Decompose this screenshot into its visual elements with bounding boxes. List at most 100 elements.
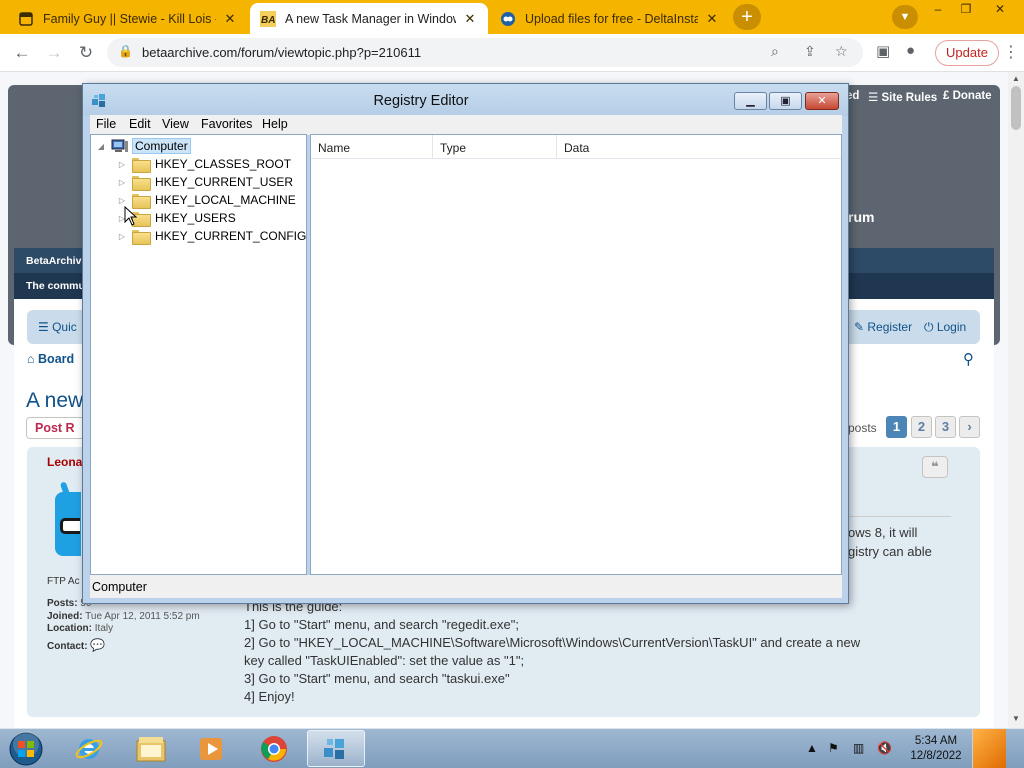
menu-help[interactable]: Help (262, 117, 288, 131)
new-tab-button[interactable]: + (733, 4, 761, 30)
media-player-icon (200, 737, 222, 760)
expand-triangle-icon[interactable]: ▷ (116, 196, 128, 205)
side-panel-icon[interactable]: ▣ (876, 42, 890, 60)
page-3-button[interactable]: 3 (935, 416, 956, 438)
tree-item-computer[interactable]: ◢ Computer (95, 137, 191, 155)
folder-icon (132, 229, 151, 245)
registry-tree-pane[interactable]: ◢ Computer ▷ HKEY_CLASSES_ROOT ▷ HKEY_CU… (90, 134, 307, 575)
expand-triangle-icon[interactable]: ▷ (116, 160, 128, 169)
menu-view[interactable]: View (162, 117, 189, 131)
show-hidden-icons-icon[interactable]: ▲ (806, 741, 818, 755)
media-player-button[interactable] (182, 730, 240, 767)
tree-item-hkey-current-config[interactable]: ▷ HKEY_CURRENT_CONFIG (116, 227, 306, 245)
post-reply-button[interactable]: Post R (26, 417, 86, 439)
scroll-thumb[interactable] (1011, 86, 1021, 130)
post-author[interactable]: Leona (47, 455, 82, 469)
tree-label: HKEY_LOCAL_MACHINE (155, 193, 296, 207)
search-lens-icon[interactable]: ⌕ (771, 43, 779, 60)
tab-close-icon[interactable]: ✕ (704, 11, 720, 27)
column-header-type[interactable]: Type (433, 135, 557, 159)
bookmark-star-icon[interactable]: ☆ (835, 43, 848, 60)
scroll-down-icon[interactable]: ▼ (1008, 714, 1024, 723)
column-header-data[interactable]: Data (557, 135, 841, 159)
menu-edit[interactable]: Edit (129, 117, 151, 131)
expand-triangle-icon[interactable]: ▷ (116, 232, 128, 241)
login-label: Login (936, 320, 967, 334)
site-rules-link[interactable]: ☰ Site Rules (868, 90, 937, 104)
power-icon: ⏻ (924, 320, 937, 334)
page-1-button[interactable]: 1 (886, 416, 907, 438)
show-desktop-button[interactable] (972, 729, 1006, 768)
next-page-chevron-icon[interactable]: › (959, 416, 980, 438)
chat-bubble-icon[interactable]: 💬 (90, 638, 105, 652)
more-menu-icon[interactable]: ⋮ (1003, 42, 1019, 62)
tab-close-icon[interactable]: ✕ (462, 11, 478, 27)
maximize-button[interactable]: ❐ (950, 0, 982, 20)
registry-values-pane[interactable]: Name Type Data (310, 134, 842, 575)
hamburger-icon: ☰ (38, 320, 53, 334)
registry-minimize-button[interactable]: ▁ (734, 92, 767, 110)
site-rules-label: Site Rules (881, 92, 938, 104)
forward-arrow-icon[interactable]: → (40, 40, 68, 66)
site-nav-title[interactable]: BetaArchive (26, 255, 87, 267)
donate-link[interactable]: £ Donate (943, 90, 992, 102)
update-button[interactable]: Update (935, 40, 999, 66)
post-line: 3] Go to "Start" menu, and search "tasku… (244, 671, 510, 686)
start-orb-icon[interactable] (6, 730, 46, 768)
windows-explorer-button[interactable] (122, 730, 180, 767)
network-icon[interactable]: ▥ (853, 741, 864, 755)
registry-title-bar[interactable]: Registry Editor ▁ ▣ ✕ (83, 84, 848, 116)
breadcrumb[interactable]: ⌂ Board (27, 352, 74, 366)
collapse-triangle-icon[interactable]: ◢ (95, 142, 107, 151)
column-header-name[interactable]: Name (311, 135, 433, 159)
page-scrollbar[interactable]: ▲ ▼ (1008, 72, 1024, 728)
mouse-cursor-icon (124, 206, 138, 226)
register-label: Register (867, 320, 913, 334)
pound-icon: £ (943, 90, 953, 102)
tab-task-manager[interactable]: BA A new Task Manager in Windows ✕ (250, 3, 488, 34)
share-icon[interactable]: ⇪ (804, 43, 816, 60)
volume-muted-icon[interactable]: 🔇 (877, 741, 892, 755)
login-link[interactable]: ⏻ Login (924, 320, 966, 335)
home-icon: ⌂ (27, 352, 39, 366)
tree-item-hkey-local-machine[interactable]: ▷ HKEY_LOCAL_MACHINE (116, 191, 296, 209)
topic-title[interactable]: A new (26, 389, 83, 413)
profile-avatar-icon[interactable]: ● (906, 42, 915, 59)
url-text[interactable]: betaarchive.com/forum/viewtopic.php?p=21… (142, 45, 421, 60)
action-center-flag-icon[interactable]: ⚑ (828, 741, 839, 755)
registry-status-bar: Computer (90, 575, 842, 598)
registry-menu-bar: File Edit View Favorites Help (90, 115, 842, 135)
expand-triangle-icon[interactable]: ▷ (116, 178, 128, 187)
registry-editor-taskbar-button[interactable] (307, 730, 365, 767)
quote-button[interactable]: ❝ (922, 456, 948, 478)
computer-icon (111, 139, 128, 152)
svg-text:BA: BA (261, 15, 275, 26)
internet-explorer-icon (75, 738, 103, 759)
system-clock[interactable]: 5:34 AM 12/8/2022 (906, 734, 966, 764)
registry-close-button[interactable]: ✕ (805, 92, 839, 110)
back-arrow-icon[interactable]: ← (8, 40, 36, 66)
menu-favorites[interactable]: Favorites (201, 117, 252, 131)
close-window-button[interactable]: ✕ (984, 0, 1016, 20)
page-2-button[interactable]: 2 (911, 416, 932, 438)
author-rank: FTP Ac (47, 576, 80, 587)
tree-item-hkey-current-user[interactable]: ▷ HKEY_CURRENT_USER (116, 173, 293, 191)
tab-delta-install[interactable]: Upload files for free - DeltaInstal ✕ (490, 3, 730, 34)
reload-icon[interactable]: ↻ (72, 40, 100, 66)
author-joined: Joined: Tue Apr 12, 2011 5:52 pm (47, 611, 200, 622)
tab-close-icon[interactable]: ✕ (222, 11, 238, 27)
registry-maximize-button[interactable]: ▣ (769, 92, 802, 110)
quick-links-menu[interactable]: ☰ Quic (38, 320, 77, 334)
register-link[interactable]: ✎ Register (854, 320, 912, 334)
tree-item-hkey-classes-root[interactable]: ▷ HKEY_CLASSES_ROOT (116, 155, 291, 173)
scroll-up-icon[interactable]: ▲ (1008, 74, 1024, 83)
chrome-button[interactable] (245, 730, 303, 767)
menu-file[interactable]: File (96, 117, 116, 131)
browser-tab-strip: Family Guy || Stewie - Kill Lois - C ✕ B… (0, 0, 1024, 34)
internet-explorer-button[interactable] (60, 730, 118, 767)
search-icon[interactable]: ⚲ (963, 350, 974, 368)
tab-family-guy[interactable]: Family Guy || Stewie - Kill Lois - C ✕ (8, 3, 248, 34)
address-bar[interactable]: 🔒 betaarchive.com/forum/viewtopic.php?p=… (107, 38, 863, 67)
joined-label: Joined: (47, 611, 83, 622)
tab-search-chevron-icon[interactable]: ▼ (892, 5, 918, 29)
